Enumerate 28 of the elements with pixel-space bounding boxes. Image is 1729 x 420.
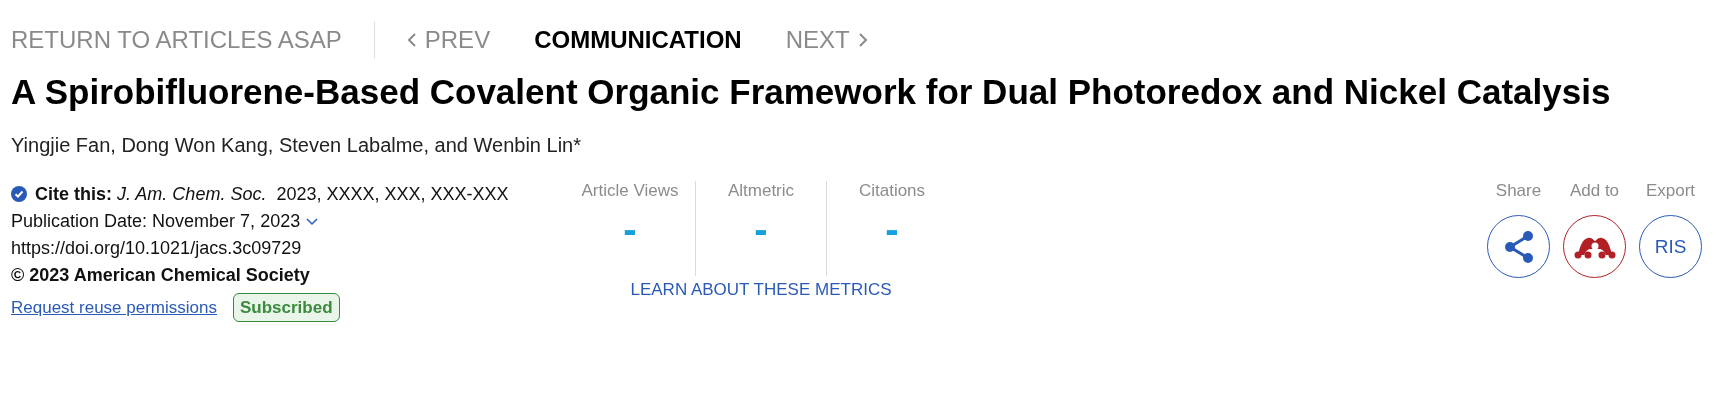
action-label: Export: [1645, 181, 1696, 201]
subscribed-badge: Subscribed: [233, 293, 340, 322]
article-type: COMMUNICATION: [534, 26, 742, 54]
citation-text: Cite this: J. Am. Chem. Soc. 2023, XXXX, XXX, XXX-XXX: [35, 183, 509, 206]
action-label: Share: [1495, 181, 1542, 201]
metric-label: Citations: [858, 181, 926, 201]
metric-label: Altmetric: [727, 181, 795, 201]
chevron-left-icon: [406, 32, 417, 48]
prev-link[interactable]: PREV: [424, 26, 491, 54]
metric-value: -: [754, 207, 768, 252]
chevron-right-icon: [857, 32, 868, 48]
publication-date: Publication Date: November 7, 2023: [11, 210, 301, 233]
return-link[interactable]: RETURN TO ARTICLES ASAP: [11, 26, 342, 54]
doi-link[interactable]: https://doi.org/10.1021/jacs.3c09729: [11, 235, 541, 262]
metric-value: -: [623, 207, 637, 252]
metric-label: Article Views: [581, 181, 679, 201]
metrics-link[interactable]: LEARN ABOUT THESE METRICS: [630, 280, 892, 300]
chevron-down-icon[interactable]: [306, 218, 319, 226]
check-circle-icon: [11, 186, 27, 202]
next-link[interactable]: NEXT: [785, 26, 850, 54]
export-ris-button[interactable]: RIS: [1639, 215, 1702, 278]
share-icon: [1503, 229, 1534, 264]
action-label: Add to: [1569, 181, 1620, 201]
metric-value: -: [885, 207, 899, 252]
article-title: A Spirobifluorene-Based Covalent Organic Framework for Dual Photoredox and Nickel Catalysis: [11, 72, 1612, 112]
reuse-permissions-link[interactable]: Request reuse permissions: [11, 294, 217, 321]
copyright-notice: © 2023 American Chemical Society: [11, 264, 311, 287]
author-list: Yingjie Fan, Dong Won Kang, Steven Labalme, and Wenbin Lin*: [11, 134, 1718, 157]
